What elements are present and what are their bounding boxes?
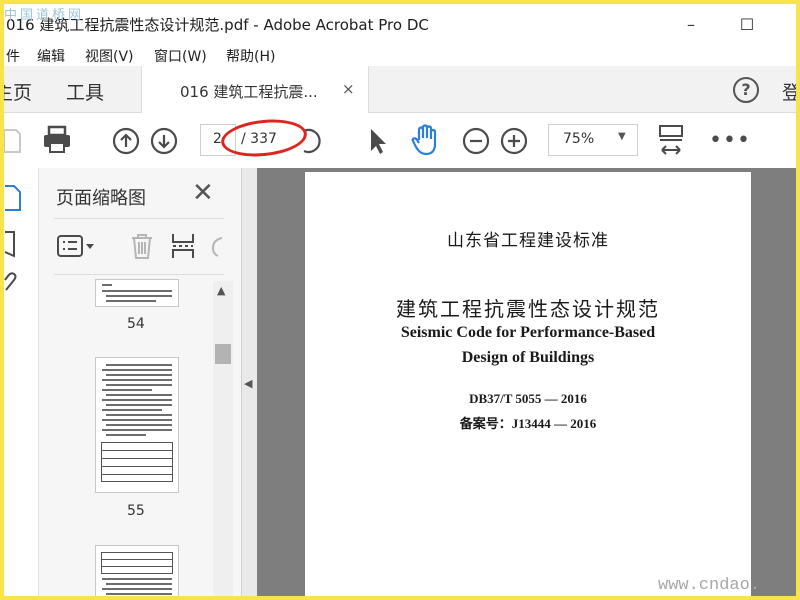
minimize-button[interactable]: – <box>676 10 706 40</box>
menu-help[interactable]: 帮助(H) <box>226 46 275 66</box>
document-title-cn: 建筑工程抗震性态设计规范 <box>396 297 660 321</box>
help-icon[interactable]: ? <box>733 77 759 103</box>
attachment-icon[interactable] <box>4 270 18 296</box>
panel-divider <box>54 218 224 219</box>
nav-home-tab[interactable]: 主页 <box>4 78 32 105</box>
options-menu-icon[interactable] <box>57 234 97 260</box>
menu-view[interactable]: 视图(V) <box>85 46 134 66</box>
print-icon[interactable] <box>42 125 72 155</box>
page-up-icon[interactable] <box>112 127 140 155</box>
zoom-value: 75% <box>563 131 595 147</box>
scroll-up-arrow-icon[interactable]: ▲ <box>217 284 225 297</box>
hand-tool-icon[interactable] <box>410 124 442 156</box>
sign-in-link[interactable]: 登 <box>782 78 796 105</box>
document-title-en-line1: Seismic Code for Performance-Based <box>400 324 656 341</box>
document-record-number: 备案号：J13444 — 2016 <box>459 416 597 431</box>
scrollbar-thumb[interactable] <box>215 344 231 364</box>
page-thumbnails-icon[interactable] <box>4 184 22 212</box>
rotate-page-icon[interactable] <box>210 234 224 260</box>
page-down-icon[interactable] <box>150 127 178 155</box>
thumbnail-page[interactable] <box>95 279 179 307</box>
zoom-dropdown-caret-icon: ▼ <box>618 131 626 142</box>
thumbnail-list: 54 55 <box>39 279 213 596</box>
maximize-button[interactable]: ☐ <box>732 10 762 40</box>
document-code: DB37/T 5055 — 2016 <box>469 391 587 406</box>
watermark-top: 中国道桥网 <box>4 8 85 23</box>
thumbnail-page-number: 55 <box>127 503 145 519</box>
panel-title: 页面缩略图 <box>56 188 146 209</box>
document-tab-label: 016 建筑工程抗震... <box>180 83 318 101</box>
thumbnail-page[interactable] <box>95 545 179 596</box>
nav-tools-tab[interactable]: 工具 <box>66 78 104 105</box>
panel-divider <box>54 274 224 275</box>
bookmark-icon[interactable] <box>4 230 18 258</box>
panel-close-icon[interactable]: ✕ <box>192 179 214 207</box>
collapse-arrow-icon[interactable]: ◀ <box>244 377 252 390</box>
nav-row <box>4 66 796 113</box>
delete-page-icon[interactable] <box>129 232 155 260</box>
watermark-bottom: www.cndao. <box>658 576 761 595</box>
document-standard: 山东省工程建设标准 <box>447 231 609 251</box>
menu-window[interactable]: 窗口(W) <box>154 46 207 66</box>
menu-file[interactable]: 件 <box>6 46 20 66</box>
document-tab-close-icon[interactable]: × <box>342 80 355 98</box>
thumbnail-page-number: 54 <box>127 316 145 332</box>
zoom-out-icon[interactable] <box>462 127 490 155</box>
insert-page-icon[interactable] <box>170 232 196 260</box>
document-title-en-line2: Design of Buildings <box>461 349 595 366</box>
menu-edit[interactable]: 编辑 <box>37 46 65 66</box>
thumbnail-scrollbar[interactable] <box>213 281 233 596</box>
save-icon[interactable] <box>4 126 22 154</box>
more-icon[interactable]: ••• <box>709 128 751 153</box>
zoom-in-icon[interactable] <box>500 127 528 155</box>
thumbnail-page[interactable] <box>95 357 179 493</box>
app-frame: 016 建筑工程抗震性态设计规范.pdf - Adobe Acrobat Pro… <box>0 0 800 600</box>
select-arrow-icon[interactable] <box>368 127 388 155</box>
fit-page-icon[interactable] <box>658 124 684 158</box>
